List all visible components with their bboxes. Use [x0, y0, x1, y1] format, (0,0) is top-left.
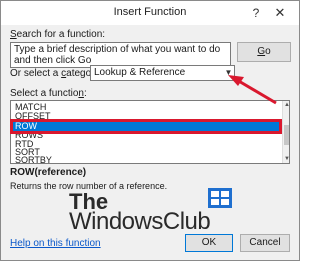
- go-button[interactable]: Go: [237, 42, 291, 62]
- function-list-label: Select a function:: [10, 88, 87, 99]
- chevron-down-icon[interactable]: ▼: [223, 66, 234, 80]
- scroll-up-icon[interactable]: ▲: [283, 101, 289, 109]
- category-select[interactable]: Lookup & Reference: [90, 65, 235, 81]
- category-label: Or select a category:: [10, 68, 103, 79]
- annotation-highlight-box: [10, 119, 282, 134]
- cancel-button[interactable]: Cancel: [240, 234, 290, 252]
- watermark-windowsclub: WindowsClub: [69, 208, 211, 235]
- ok-button[interactable]: OK: [185, 234, 233, 252]
- title-bar: Insert Function ? ✕: [1, 1, 299, 25]
- close-button[interactable]: ✕: [271, 4, 289, 22]
- insert-function-dialog: Insert Function ? ✕ Search for a functio…: [0, 0, 300, 261]
- function-signature: ROW(reference): [10, 167, 87, 178]
- scrollbar-thumb[interactable]: [284, 125, 289, 145]
- search-label: Search for a function:: [10, 29, 106, 40]
- help-question-button[interactable]: ?: [247, 4, 265, 22]
- list-item[interactable]: SORTBY: [15, 156, 52, 164]
- scroll-down-icon[interactable]: ▼: [283, 155, 289, 163]
- list-scrollbar[interactable]: ▲ ▼: [282, 101, 289, 163]
- help-link[interactable]: Help on this function: [10, 238, 101, 249]
- windowsclub-logo-icon: [208, 188, 232, 208]
